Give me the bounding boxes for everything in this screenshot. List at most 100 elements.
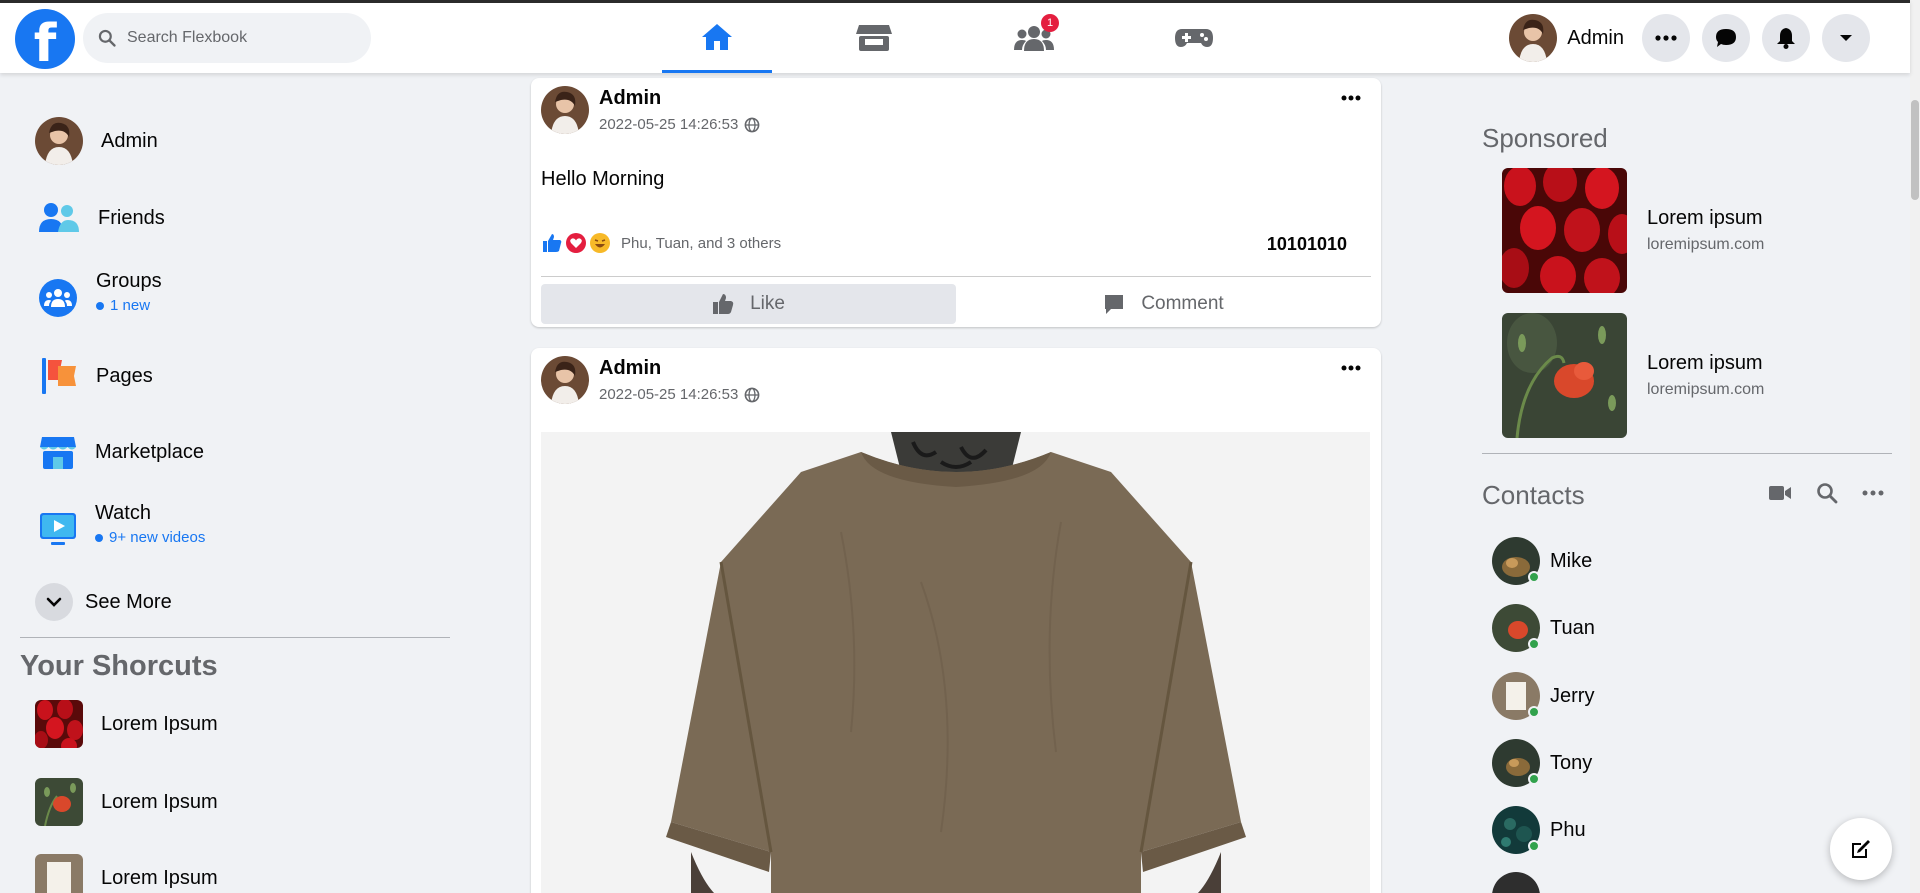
avatar bbox=[35, 117, 83, 165]
haha-reaction-icon bbox=[590, 233, 610, 253]
contact-item[interactable]: Tuan bbox=[1492, 604, 1595, 652]
post-image[interactable] bbox=[541, 432, 1370, 893]
tab-home[interactable] bbox=[662, 3, 772, 73]
account-dropdown-button[interactable] bbox=[1822, 14, 1870, 62]
bell-icon bbox=[1777, 28, 1795, 49]
online-status-icon bbox=[1528, 706, 1540, 718]
menu-button[interactable] bbox=[1642, 14, 1690, 62]
contact-item[interactable]: Mike bbox=[1492, 537, 1592, 585]
caret-down-icon bbox=[1840, 35, 1852, 41]
scrollbar-thumb[interactable] bbox=[1911, 100, 1919, 200]
contact-name: Mike bbox=[1550, 549, 1593, 572]
home-icon bbox=[702, 23, 732, 50]
search-icon bbox=[98, 29, 116, 47]
chat-bubble-icon bbox=[1716, 29, 1736, 47]
post-timestamp[interactable]: 2022-05-25 14:26:53 bbox=[599, 116, 738, 133]
contact-name: Phu bbox=[1550, 818, 1586, 841]
like-button[interactable]: Like bbox=[541, 284, 956, 324]
like-label: Like bbox=[750, 293, 785, 314]
contact-item[interactable]: Tony bbox=[1492, 739, 1592, 787]
notification-badge: 1 bbox=[1041, 14, 1059, 32]
post-timestamp[interactable]: 2022-05-25 14:26:53 bbox=[599, 386, 738, 403]
avatar bbox=[1509, 14, 1558, 62]
tab-groups[interactable]: 1 bbox=[979, 3, 1089, 73]
marketplace-icon bbox=[40, 437, 76, 469]
more-horizontal-icon bbox=[1655, 35, 1677, 41]
reaction-names: Phu, Tuan, and 3 others bbox=[621, 234, 782, 252]
post-card: Admin 2022-05-25 14:26:53 Hello Morning … bbox=[531, 78, 1381, 327]
shortcut-thumbnail bbox=[35, 700, 83, 748]
post-options-button[interactable] bbox=[1341, 88, 1361, 106]
sponsored-item[interactable]: Lorem ipsum loremipsum.com bbox=[1502, 313, 1764, 438]
tab-gaming[interactable] bbox=[1139, 3, 1249, 73]
author-avatar[interactable] bbox=[541, 356, 589, 404]
right-divider bbox=[1482, 453, 1892, 454]
contact-item[interactable]: Phu bbox=[1492, 806, 1586, 854]
sponsored-image bbox=[1502, 168, 1627, 293]
shortcut-item[interactable]: Lorem Ipsum bbox=[35, 778, 218, 826]
avatar bbox=[1492, 872, 1540, 893]
new-message-button[interactable] bbox=[1830, 818, 1892, 880]
post-header: Admin 2022-05-25 14:26:53 bbox=[541, 86, 760, 134]
reaction-summary[interactable]: Phu, Tuan, and 3 others bbox=[541, 232, 781, 254]
shortcut-thumbnail bbox=[35, 778, 83, 826]
sponsored-image bbox=[1502, 313, 1627, 438]
comment-label: Comment bbox=[1141, 293, 1224, 314]
shortcut-item[interactable]: Lorem Ipsum bbox=[35, 854, 218, 893]
post-card: Admin 2022-05-25 14:26:53 bbox=[531, 348, 1381, 893]
online-status-icon bbox=[1528, 773, 1540, 785]
sidebar-item-label: Marketplace bbox=[95, 440, 204, 463]
post-author[interactable]: Admin bbox=[599, 87, 760, 110]
search-icon[interactable] bbox=[1816, 482, 1838, 504]
sidebar-item-pages[interactable]: Pages bbox=[40, 356, 153, 396]
contact-item[interactable]: Jerry bbox=[1492, 672, 1594, 720]
author-avatar[interactable] bbox=[541, 86, 589, 134]
profile-shortcut[interactable]: Admin bbox=[1509, 14, 1624, 62]
post-author[interactable]: Admin bbox=[599, 357, 760, 380]
profile-name: Admin bbox=[1567, 26, 1624, 49]
shortcut-label: Lorem Ipsum bbox=[101, 712, 218, 735]
sidebar-item-friends[interactable]: Friends bbox=[38, 200, 165, 236]
sponsored-title-text: Lorem ipsum bbox=[1647, 352, 1763, 374]
sponsored-domain: loremipsum.com bbox=[1647, 381, 1765, 398]
love-reaction-icon bbox=[566, 233, 586, 253]
more-horizontal-icon bbox=[1341, 365, 1361, 371]
chevron-down-icon bbox=[35, 583, 73, 621]
video-call-icon[interactable] bbox=[1768, 485, 1792, 501]
tab-marketplace[interactable] bbox=[819, 3, 929, 73]
flag-icon bbox=[42, 358, 76, 394]
store-icon bbox=[856, 25, 892, 51]
comment-icon bbox=[1105, 295, 1124, 314]
sponsored-title: Sponsored bbox=[1482, 123, 1608, 153]
search-box[interactable] bbox=[83, 13, 371, 63]
see-more-button[interactable]: See More bbox=[35, 583, 172, 621]
contact-item[interactable] bbox=[1492, 872, 1540, 893]
page-scrollbar[interactable] bbox=[1910, 0, 1920, 893]
more-horizontal-icon bbox=[1341, 95, 1361, 101]
sidebar-item-watch[interactable]: Watch 9+ new videos bbox=[39, 502, 205, 548]
shortcut-item[interactable]: Lorem Ipsum bbox=[35, 700, 218, 748]
sidebar-item-sub: 9+ new videos bbox=[109, 529, 206, 546]
sidebar-item-groups[interactable]: Groups 1 new bbox=[38, 270, 162, 318]
contacts-title: Contacts bbox=[1482, 480, 1585, 510]
sidebar-item-sub: 1 new bbox=[110, 297, 151, 314]
search-input[interactable] bbox=[127, 29, 347, 47]
sponsored-item[interactable]: Lorem ipsum loremipsum.com bbox=[1502, 168, 1764, 293]
more-horizontal-icon[interactable] bbox=[1862, 490, 1884, 496]
post-options-button[interactable] bbox=[1341, 358, 1361, 376]
shortcut-label: Lorem Ipsum bbox=[101, 790, 218, 813]
contact-name: Tony bbox=[1550, 751, 1593, 774]
sidebar-item-profile[interactable]: Admin bbox=[35, 117, 158, 165]
notifications-button[interactable] bbox=[1762, 14, 1810, 62]
sidebar-item-label: Pages bbox=[96, 364, 153, 387]
messenger-button[interactable] bbox=[1702, 14, 1750, 62]
flexbook-logo[interactable]: f bbox=[15, 9, 75, 69]
online-status-icon bbox=[1528, 638, 1540, 650]
contact-name: Tuan bbox=[1550, 616, 1595, 639]
new-dot-icon bbox=[95, 533, 103, 542]
comment-button[interactable]: Comment bbox=[956, 284, 1371, 324]
friends-icon bbox=[39, 203, 79, 232]
shortcuts-title: Your Shorcuts bbox=[20, 650, 218, 682]
gamepad-icon bbox=[1175, 29, 1213, 47]
sidebar-item-marketplace[interactable]: Marketplace bbox=[39, 433, 204, 471]
